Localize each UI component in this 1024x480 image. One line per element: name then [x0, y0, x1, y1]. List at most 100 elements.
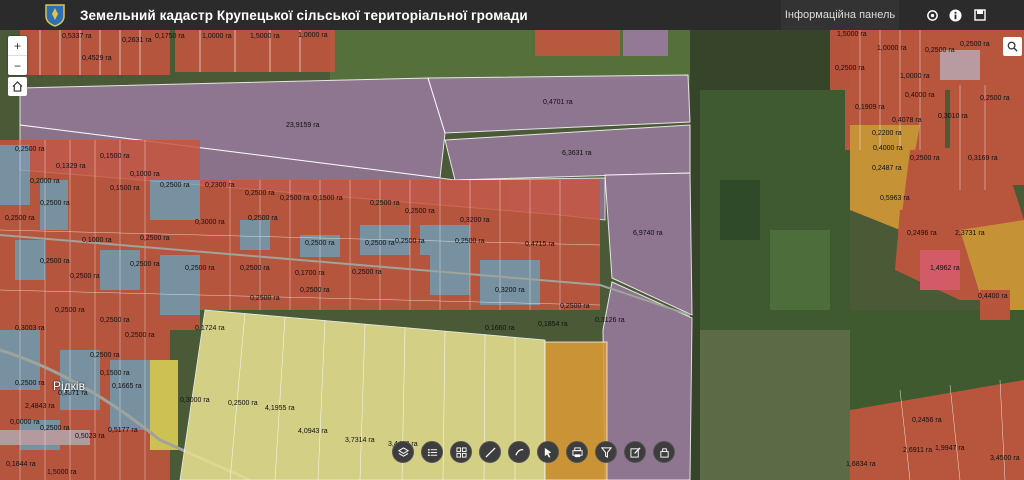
parcel-label: 0,2500 га	[240, 265, 270, 272]
parcel-label: 1,5000 га	[250, 33, 280, 40]
parcel-label: 0,2500 га	[925, 47, 955, 54]
parcel-label: 1,0000 га	[900, 73, 930, 80]
parcel-label: 0,3000 га	[180, 397, 210, 404]
legend-icon[interactable]	[421, 441, 443, 463]
parcel-label: 0,1500 га	[313, 195, 343, 202]
parcel-label: 0,2000 га	[30, 178, 60, 185]
parcel-label: 3,7314 га	[345, 437, 375, 444]
parcel-label: 0,5337 га	[62, 33, 92, 40]
parcel-label: 0,4000 га	[905, 92, 935, 99]
parcel-label: 0,1660 га	[485, 325, 515, 332]
parcel-label: 0,3010 га	[938, 113, 968, 120]
map-toolbar	[392, 441, 675, 463]
edit-icon[interactable]	[624, 441, 646, 463]
parcel-label: 1,0000 га	[202, 33, 232, 40]
parcel-label: 0,5023 га	[75, 433, 105, 440]
parcel-label: 0,2500 га	[228, 400, 258, 407]
parcel-label: 0,2500 га	[5, 215, 35, 222]
app-header: Земельний кадастр Крупецької сільської т…	[0, 0, 1024, 30]
parcel-label: 0,4400 га	[978, 293, 1008, 300]
parcel-label: 0,2500 га	[248, 215, 278, 222]
parcel-label: 0,2500 га	[352, 269, 382, 276]
parcel-label: 0,2500 га	[405, 208, 435, 215]
parcel-label: 0,2500 га	[70, 273, 100, 280]
parcel-label: 0,4529 га	[82, 55, 112, 62]
parcel-label: 1,0000 га	[877, 45, 907, 52]
parcel-label: 0,3169 га	[968, 155, 998, 162]
parcel-label: 0,2500 га	[40, 200, 70, 207]
parcel-label: 23,9159 га	[286, 122, 320, 129]
parcel-label: 0,4000 га	[873, 145, 903, 152]
parcel-label: 1,0000 га	[298, 32, 328, 39]
parcel-label: 0,1844 га	[6, 461, 36, 468]
parcel-label: 0,1909 га	[855, 104, 885, 111]
parcel-label: 4,0943 га	[298, 428, 328, 435]
parcel-label: 0,1854 га	[538, 321, 568, 328]
parcel-label: 0,1000 га	[82, 237, 112, 244]
parcel-label: 0,2500 га	[55, 307, 85, 314]
parcel-label: 0,2500 га	[365, 240, 395, 247]
parcel-label: 1,4962 га	[930, 265, 960, 272]
parcel-label: 1,9947 га	[935, 445, 965, 452]
parcel-label: 2,6911 га	[903, 447, 932, 454]
parcel-label: 0,2500 га	[960, 41, 990, 48]
parcel-label: 0,3003 га	[15, 325, 45, 332]
parcel-label: 0,1500 га	[110, 185, 140, 192]
parcel-label: 0,2500 га	[305, 240, 335, 247]
parcel-label: 0,2500 га	[370, 200, 400, 207]
parcel-label: 1,6834 га	[846, 461, 876, 468]
parcel-label: 0,2500 га	[300, 287, 330, 294]
settings-icon[interactable]	[924, 7, 940, 23]
share-icon[interactable]	[653, 441, 675, 463]
parcel-label: 0,3126 га	[595, 317, 625, 324]
info-icon[interactable]	[947, 7, 963, 23]
filter-icon[interactable]	[595, 441, 617, 463]
parcel-label: 0,2500 га	[250, 295, 280, 302]
parcel-label: 0,2500 га	[125, 332, 155, 339]
map-view[interactable]: 0,5337 га 0,2631 га 0,1750 га 1,0000 га …	[0, 30, 1024, 480]
parcel-label: 0,2500 га	[40, 425, 70, 432]
parcel-label: 0,2500 га	[835, 65, 865, 72]
parcel-label: 0,4715 га	[525, 241, 555, 248]
parcel-label: 0,2500 га	[15, 146, 45, 153]
parcel-label: 0,2500 га	[395, 238, 425, 245]
parcel-label: 2,3731 га	[955, 230, 985, 237]
parcel-label: 0,2500 га	[560, 303, 590, 310]
cadastral-map[interactable]: 0,5337 га 0,2631 га 0,1750 га 1,0000 га …	[0, 30, 1024, 480]
measure-icon[interactable]	[479, 441, 501, 463]
parcel-label: 0,1500 га	[100, 153, 130, 160]
parcel-label: 0,2496 га	[907, 230, 937, 237]
print-icon[interactable]	[566, 441, 588, 463]
parcel-label: 1,5000 га	[837, 31, 867, 38]
parcel-label: 6,3631 га	[562, 150, 592, 157]
parcel-label: 3,4500 га	[990, 455, 1020, 462]
layers-icon[interactable]	[392, 441, 414, 463]
parcel-label: 0,2500 га	[15, 380, 45, 387]
parcel-label: 0,1750 га	[155, 33, 185, 40]
parcel-label: 0,1724 га	[195, 325, 225, 332]
parcel-label: 0,2500 га	[245, 190, 275, 197]
place-label: Рідків	[53, 379, 85, 393]
save-icon[interactable]	[972, 7, 988, 23]
zoom-in-button[interactable]: +	[8, 36, 27, 56]
parcel-label: 0,4078 га	[892, 117, 922, 124]
parcel-label: 0,1665 га	[112, 383, 142, 390]
parcel-label: 0,2500 га	[185, 265, 215, 272]
select-icon[interactable]	[537, 441, 559, 463]
parcel-label: 0,2200 га	[872, 130, 902, 137]
search-button[interactable]	[1003, 37, 1022, 56]
parcel-label: 0,3000 га	[195, 219, 225, 226]
info-panel-button[interactable]: Інформаційна панель	[781, 0, 899, 30]
parcel-label: 0,2500 га	[90, 352, 120, 359]
parcel-label: 0,2300 га	[205, 182, 235, 189]
basemap-icon[interactable]	[450, 441, 472, 463]
parcel-label: 0,2500 га	[130, 261, 160, 268]
home-button[interactable]	[8, 77, 27, 96]
draw-icon[interactable]	[508, 441, 530, 463]
parcel-label: 0,5177 га	[108, 427, 138, 434]
parcel-label: 0,1700 га	[295, 270, 325, 277]
search-icon	[1007, 41, 1018, 52]
coat-of-arms-logo	[45, 4, 65, 27]
zoom-out-button[interactable]: −	[8, 56, 27, 75]
parcel-label: 0,2487 га	[872, 165, 902, 172]
